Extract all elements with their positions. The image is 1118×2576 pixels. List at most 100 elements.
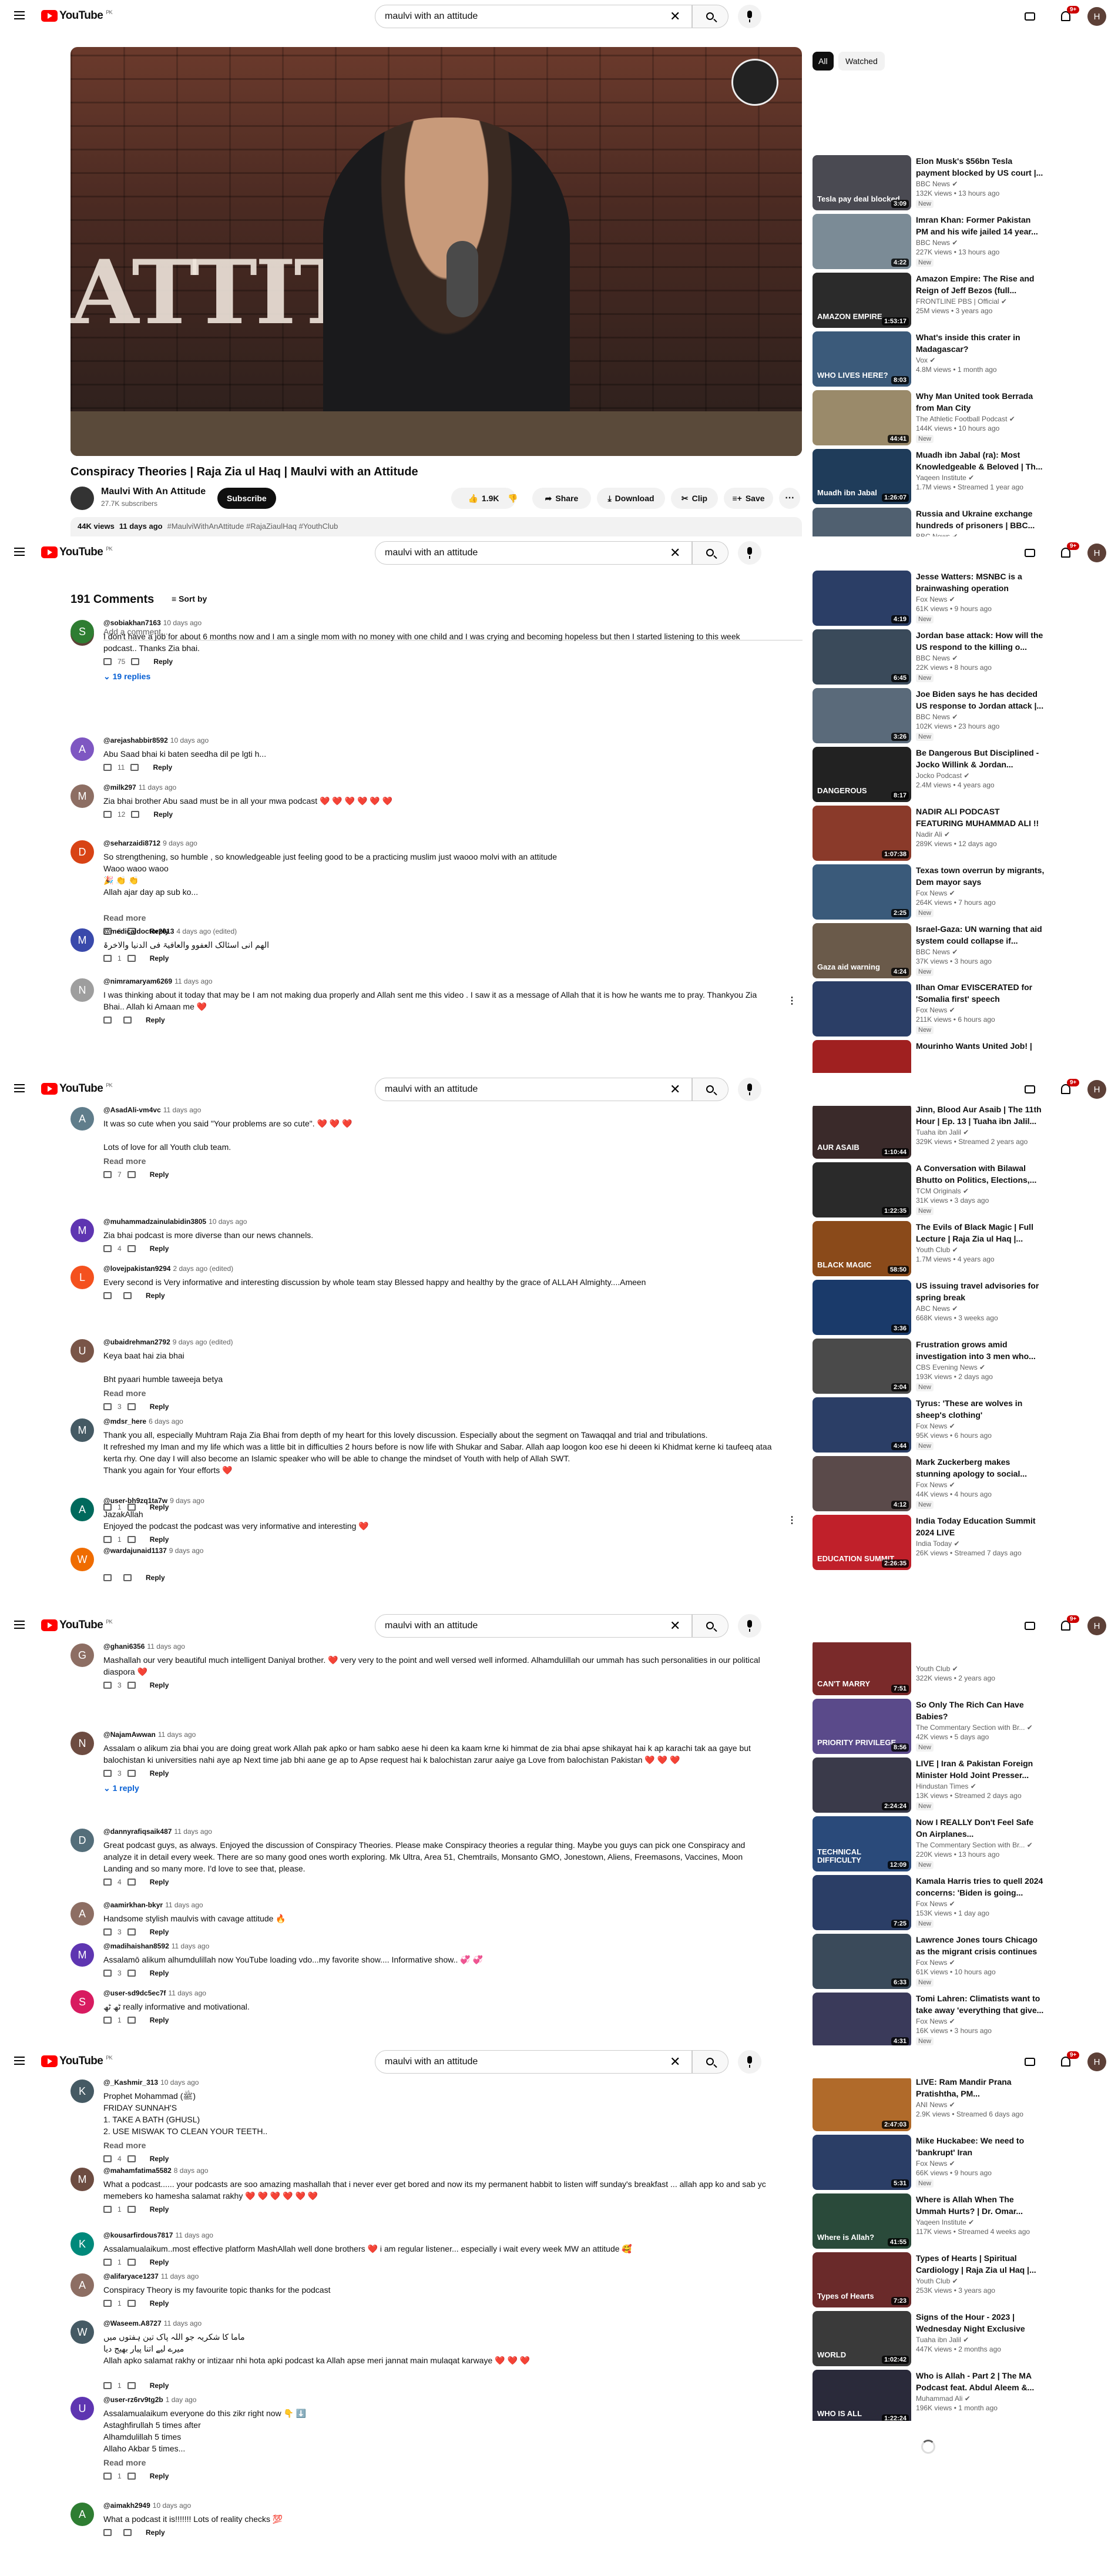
menu-icon[interactable]	[14, 1621, 25, 1629]
related-video-title[interactable]: Russia and Ukraine exchange hundreds of …	[916, 508, 1045, 531]
reply-button[interactable]: Reply	[150, 1403, 169, 1411]
comment-time[interactable]: 11 days ago	[163, 1106, 202, 1114]
like-icon[interactable]	[103, 811, 112, 818]
dislike-icon[interactable]	[123, 2529, 132, 2536]
dislike-icon[interactable]	[131, 658, 140, 665]
related-video-item[interactable]: 2:25 Texas town overrun by migrants, Dem …	[813, 864, 1048, 920]
related-video-channel[interactable]: Tuaha ibn Jalil ✔	[916, 2336, 969, 2344]
comment-author[interactable]: @milk297	[103, 783, 136, 791]
related-video-channel[interactable]: Nadir Ali ✔	[916, 830, 950, 838]
reply-button[interactable]: Reply	[150, 1969, 169, 1977]
comment-time[interactable]: 11 days ago	[172, 1942, 210, 1950]
related-video-title[interactable]: Jordan base attack: How will the US resp…	[916, 629, 1045, 653]
video-thumbnail[interactable]: 7:25	[813, 1875, 911, 1930]
related-video-item[interactable]: Gaza aid warning 4:24 Israel-Gaza: UN warn…	[813, 923, 1048, 978]
dislike-icon[interactable]	[127, 1536, 136, 1543]
reply-button[interactable]: Reply	[150, 1769, 169, 1777]
related-video-channel[interactable]: The Commentary Section with Br... ✔	[916, 1723, 1033, 1732]
video-thumbnail[interactable]: Types of Hearts 7:23	[813, 2252, 911, 2307]
dislike-icon[interactable]	[127, 2300, 136, 2307]
comment-author[interactable]: @aamirkhan-bkyr	[103, 1901, 163, 1909]
related-video-title[interactable]: Signs of the Hour - 2023 | Wednesday Nig…	[916, 2311, 1045, 2334]
like-icon[interactable]	[103, 1017, 112, 1024]
comment-author-avatar[interactable]: A	[70, 1498, 94, 1521]
read-more-link[interactable]: Read more	[103, 913, 146, 923]
comment-author-avatar[interactable]: M	[70, 928, 94, 952]
related-video-channel[interactable]: Hindustan Times ✔	[916, 1782, 976, 1790]
reply-button[interactable]: Reply	[153, 763, 172, 772]
subscribe-button[interactable]: Subscribe	[217, 488, 276, 509]
comment-author[interactable]: @ubaidrehman2792	[103, 1338, 170, 1346]
comment-author[interactable]: @Waseem.A8727	[103, 2319, 162, 2327]
video-thumbnail[interactable]: BLACK MAGIC 58:50	[813, 1221, 911, 1276]
clear-search-icon[interactable]: ✕	[670, 2055, 680, 2068]
comment-time[interactable]: 9 days ago	[163, 839, 197, 847]
like-icon[interactable]	[103, 2017, 112, 2024]
comment-author-avatar[interactable]: U	[70, 2397, 94, 2420]
reply-button[interactable]: Reply	[150, 2299, 169, 2307]
video-thumbnail[interactable]: 2:04	[813, 1339, 911, 1394]
comment-author-avatar[interactable]: A	[70, 737, 94, 761]
like-icon[interactable]	[103, 1970, 112, 1977]
related-video-item[interactable]: Mourinho Wants United Job! |	[813, 1040, 1048, 1073]
comment-author-avatar[interactable]: A	[70, 2503, 94, 2526]
voice-search-icon[interactable]	[738, 541, 761, 565]
related-video-title[interactable]: Ilhan Omar EVISCERATED for 'Somalia firs…	[916, 981, 1045, 1005]
comment-time[interactable]: 8 days ago	[174, 2166, 209, 2175]
clear-search-icon[interactable]: ✕	[670, 1083, 680, 1096]
dislike-icon[interactable]	[127, 2259, 136, 2266]
comment-author-avatar[interactable]: M	[70, 1219, 94, 1242]
like-icon[interactable]	[103, 2529, 112, 2536]
like-icon[interactable]	[103, 2382, 112, 2389]
related-video-title[interactable]: LIVE: Ram Mandir Prana Pratishtha, PM...	[916, 2076, 1045, 2099]
comment-author[interactable]: @mahamfatima5582	[103, 2166, 172, 2175]
chip-all[interactable]: All	[813, 52, 834, 71]
comment-author-avatar[interactable]: M	[70, 2168, 94, 2191]
related-video-title[interactable]: Where is Allah When The Ummah Hurts? | D…	[916, 2193, 1045, 2217]
hashtags[interactable]: #MaulviWithAnAttitude #RajaZiaulHaq #You…	[167, 522, 338, 532]
like-icon[interactable]	[103, 1770, 112, 1777]
comment-time[interactable]: 11 days ago	[161, 2272, 199, 2280]
comment-time[interactable]: 11 days ago	[158, 1730, 196, 1739]
video-thumbnail[interactable]: 2:24	[813, 508, 911, 536]
voice-search-icon[interactable]	[738, 2050, 761, 2074]
read-more-link[interactable]: Read more	[103, 1156, 146, 1166]
comment-author-avatar[interactable]: L	[70, 1266, 94, 1289]
related-video-channel[interactable]: BBC News ✔	[916, 180, 958, 188]
video-thumbnail[interactable]: AUR ASAIB 1:10:44	[813, 1103, 911, 1159]
related-video-item[interactable]: CAN'T MARRY 7:51 Youth Club ✔ 322K views • …	[813, 1640, 1048, 1695]
related-video-item[interactable]: BLACK MAGIC 58:50 The Evils of Black Magic…	[813, 1221, 1048, 1276]
channel-name[interactable]: Maulvi With An Attitude	[101, 487, 206, 497]
related-video-item[interactable]: 2:24:24 LIVE | Iran & Pakistan Foreign Mi…	[813, 1757, 1048, 1813]
dislike-icon[interactable]	[127, 2382, 136, 2389]
comment-author[interactable]: @madihaishan8592	[103, 1942, 169, 1950]
like-icon[interactable]	[103, 658, 112, 665]
related-video-title[interactable]: Texas town overrun by migrants, Dem mayo…	[916, 864, 1045, 888]
related-video-channel[interactable]: India Today ✔	[916, 1539, 960, 1548]
dislike-icon[interactable]	[127, 2473, 136, 2480]
comment-author[interactable]: @sobiakhan7163	[103, 619, 161, 627]
reply-button[interactable]: Reply	[146, 1292, 165, 1300]
comment-author[interactable]: @aimakh2949	[103, 2501, 150, 2510]
comment-author[interactable]: @user-bh9zq1ta7w	[103, 1497, 167, 1505]
comment-author[interactable]: @medicaldoctor2613	[103, 927, 174, 935]
related-video-item[interactable]: EDUCATION SUMMIT 2:26:35 India Today Educa…	[813, 1515, 1048, 1570]
comment-time[interactable]: 4 days ago (edited)	[176, 927, 237, 935]
youtube-logo[interactable]: YouTube PK	[41, 1082, 113, 1095]
related-video-channel[interactable]: CBS Evening News ✔	[916, 1363, 985, 1371]
reply-button[interactable]: Reply	[150, 1535, 169, 1544]
comment-author-avatar[interactable]: N	[70, 978, 94, 1002]
reply-button[interactable]: Reply	[150, 1245, 169, 1253]
like-icon[interactable]	[103, 1536, 112, 1543]
related-video-item[interactable]: 6:45 Jordan base attack: How will the US …	[813, 629, 1048, 685]
related-video-item[interactable]: Types of Hearts 7:23 Types of Hearts | Spi…	[813, 2252, 1048, 2307]
comment-author-avatar[interactable]: S	[70, 620, 94, 643]
related-video-title[interactable]: A Conversation with Bilawal Bhutto on Po…	[916, 1162, 1045, 1186]
related-video-channel[interactable]: Muhammad Ali ✔	[916, 2394, 971, 2403]
comment-author[interactable]: @alifaryace1237	[103, 2272, 159, 2280]
video-thumbnail[interactable]: PRIORITY PRIVILEGE 8:56	[813, 1699, 911, 1754]
related-video-channel[interactable]: BBC News ✔	[916, 532, 958, 536]
dislike-button[interactable]: 👎	[502, 488, 523, 509]
related-video-item[interactable]: 3:36 US issuing travel advisories for spr…	[813, 1280, 1048, 1335]
related-video-item[interactable]: DANGEROUS 8:17 Be Dangerous But Discipline…	[813, 747, 1048, 802]
